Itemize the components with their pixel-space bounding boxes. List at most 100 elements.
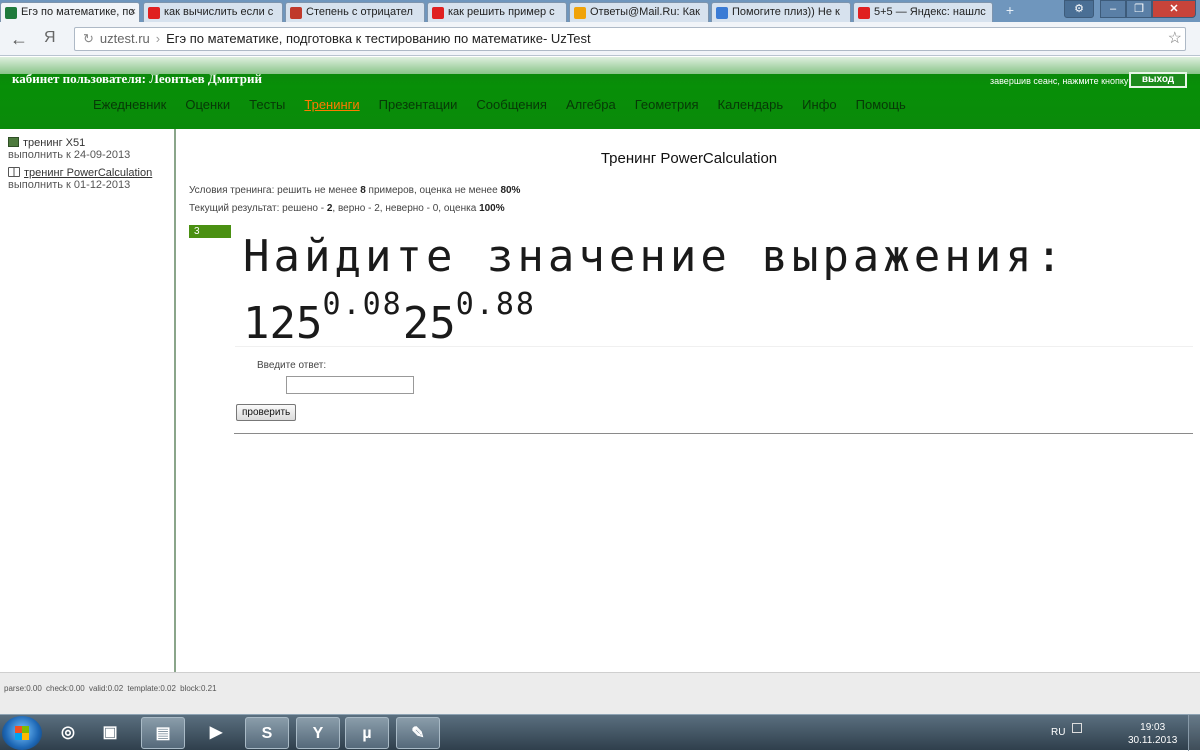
nav-item[interactable]: Алгебра bbox=[566, 97, 616, 112]
yandex-icon bbox=[858, 7, 870, 19]
logout-hint: завершив сеанс, нажмите кнопку bbox=[990, 76, 1129, 86]
sidebar-task-name: тренинг X51 bbox=[23, 137, 86, 149]
paint-icon[interactable]: ✎ bbox=[396, 717, 440, 749]
open-book-icon bbox=[8, 167, 20, 177]
minimize-button[interactable]: – bbox=[1100, 0, 1126, 18]
nav-item[interactable]: Сообщения bbox=[476, 97, 547, 112]
browser-tab[interactable]: Помогите плиз)) Не к bbox=[711, 2, 851, 22]
conditions-min-grade: 80% bbox=[500, 185, 521, 196]
expression-exponent-1: 0.08 bbox=[322, 287, 403, 322]
address-bar[interactable]: ↻ uztest.ru › Егэ по математике, подготовка… bbox=[74, 27, 1186, 51]
windows-start-button[interactable] bbox=[2, 716, 42, 750]
nav-item[interactable]: Тесты bbox=[249, 97, 285, 112]
browser-tab[interactable]: Ответы@Mail.Ru: Как bbox=[569, 2, 709, 22]
nav-item[interactable]: Геометрия bbox=[635, 97, 699, 112]
yandex-browser-icon[interactable]: Y bbox=[296, 717, 340, 749]
nav-item[interactable]: Ежедневник bbox=[93, 97, 166, 112]
uztest-icon bbox=[5, 7, 17, 19]
site-header: кабинет пользователя: Леонтьев Дмитрий з… bbox=[0, 57, 1200, 129]
yandex-home-button[interactable]: Я bbox=[44, 29, 56, 47]
explorer-icon[interactable]: ◎ bbox=[46, 717, 90, 749]
user-cabinet-title: кабинет пользователя: Леонтьев Дмитрий bbox=[12, 71, 262, 86]
browser-tab-label: Егэ по математике, по bbox=[21, 6, 135, 18]
new-tab-button[interactable]: + bbox=[1002, 2, 1018, 18]
browser-tab-label: 5+5 — Яндекс: нашлс bbox=[874, 6, 986, 18]
conditions-prefix: Условия тренинга: решить не менее bbox=[189, 185, 361, 196]
system-clock[interactable]: 19:03 30.11.2013 bbox=[1128, 721, 1177, 747]
nav-item[interactable]: Тренинги bbox=[304, 97, 359, 112]
skype-icon[interactable]: S bbox=[245, 717, 289, 749]
show-desktop-button[interactable] bbox=[1188, 715, 1200, 751]
address-domain: uztest.ru bbox=[99, 31, 150, 46]
expression-base-2: 25 bbox=[402, 298, 456, 349]
sidebar-task-x51[interactable]: тренинг X51 выполнить к 24-09-2013 bbox=[8, 137, 130, 161]
browser-tab-label: Помогите плиз)) Не к bbox=[732, 6, 840, 18]
result-rest: , верно - 2, неверно - 0, оценка bbox=[332, 203, 480, 214]
render-stats-bar: parse:0.00 check:0.00 valid:0.02 templat… bbox=[0, 672, 1200, 714]
answer-label: Введите ответ: bbox=[257, 360, 327, 371]
browser-tab[interactable]: Степень с отрицател bbox=[285, 2, 425, 22]
task-image: Найдите значение выражения: 1250.08250.8… bbox=[235, 225, 1193, 349]
question-number-badge: 3 bbox=[189, 225, 231, 238]
conditions-middle: примеров, оценка не менее bbox=[365, 185, 501, 196]
yandex-icon bbox=[148, 7, 160, 19]
maximize-button[interactable]: ❐ bbox=[1126, 0, 1152, 18]
expression-exponent-2: 0.88 bbox=[455, 287, 536, 322]
web-page: кабинет пользователя: Леонтьев Дмитрий з… bbox=[0, 57, 1200, 672]
close-window-button[interactable]: ✕ bbox=[1152, 0, 1196, 18]
answer-input[interactable] bbox=[286, 376, 414, 394]
browser-tab[interactable]: как вычислить если с bbox=[143, 2, 283, 22]
current-result: Текущий результат: решено - 2, верно - 2… bbox=[189, 203, 505, 214]
result-grade: 100% bbox=[479, 203, 505, 214]
training-content: Тренинг PowerCalculation Условия тренинг… bbox=[178, 129, 1200, 672]
task-expression: 1250.08250.88 bbox=[243, 287, 536, 349]
nav-item[interactable]: Презентации bbox=[379, 97, 458, 112]
browser-tab-strip: Егэ по математике, по × как вычислить если… bbox=[0, 0, 1200, 23]
task-text: Найдите значение выражения: bbox=[243, 231, 1067, 282]
browser-tab[interactable]: 5+5 — Яндекс: нашлс bbox=[853, 2, 993, 22]
address-toolbar: ← Я ↻ uztest.ru › Егэ по математике, подгот… bbox=[0, 22, 1200, 56]
nav-item[interactable]: Оценки bbox=[185, 97, 230, 112]
check-button[interactable]: проверить bbox=[236, 404, 297, 421]
nav-item[interactable]: Помощь bbox=[856, 97, 906, 112]
folder-icon[interactable]: ▤ bbox=[141, 717, 185, 749]
sidebar-task-powercalculation[interactable]: тренинг PowerCalculation выполнить к 01-… bbox=[8, 167, 152, 191]
reload-icon[interactable]: ↻ bbox=[83, 31, 94, 46]
bookmark-star-icon[interactable]: ☆ bbox=[1168, 28, 1182, 48]
training-title: Тренинг PowerCalculation bbox=[600, 150, 778, 167]
address-separator: › bbox=[155, 31, 161, 46]
znanija-icon bbox=[716, 7, 728, 19]
sidebar-task-due: выполнить к 24-09-2013 bbox=[8, 149, 131, 161]
result-prefix: Текущий результат: решено - bbox=[189, 203, 327, 214]
expression-base-1: 125 bbox=[243, 298, 323, 349]
sidebar-task-due: выполнить к 01-12-2013 bbox=[8, 179, 131, 191]
media-player-icon[interactable]: ▶ bbox=[194, 717, 238, 749]
main-navigation: Ежедневник Оценки Тесты Тренинги Презентации… bbox=[93, 97, 925, 112]
clock-date: 30.11.2013 bbox=[1128, 735, 1178, 746]
browser-tab-label: как вычислить если с bbox=[164, 6, 274, 18]
browser-tab[interactable]: Егэ по математике, по × bbox=[0, 2, 140, 23]
browser-tab-label: как решить пример с bbox=[448, 6, 555, 18]
utorrent-icon[interactable]: µ bbox=[345, 717, 389, 749]
network-icon[interactable] bbox=[1072, 723, 1082, 733]
render-stats: parse:0.00 check:0.00 valid:0.02 templat… bbox=[4, 684, 217, 693]
divider bbox=[234, 433, 1193, 434]
gear-icon[interactable]: ⚙ bbox=[1064, 0, 1094, 18]
browser-tab-label: Ответы@Mail.Ru: Как bbox=[590, 6, 700, 18]
mailru-answers-icon bbox=[574, 7, 586, 19]
training-conditions: Условия тренинга: решить не менее 8 прим… bbox=[189, 185, 520, 196]
windows-taskbar: ◎ ▣ ▤ ▶ S Yµ ✎ RU 19:03 30.11.2013 bbox=[0, 714, 1200, 751]
clock-time: 19:03 bbox=[1140, 722, 1166, 733]
browser-tab[interactable]: как решить пример с bbox=[427, 2, 567, 22]
close-tab-icon[interactable]: × bbox=[130, 6, 136, 18]
logout-button[interactable]: выход bbox=[1129, 72, 1187, 88]
yandex-icon bbox=[432, 7, 444, 19]
training-icon bbox=[8, 137, 19, 147]
language-indicator[interactable]: RU bbox=[1051, 727, 1065, 738]
nav-item[interactable]: Инфо bbox=[802, 97, 836, 112]
nav-item[interactable]: Календарь bbox=[718, 97, 784, 112]
store-icon[interactable]: ▣ bbox=[88, 717, 132, 749]
back-arrow-icon[interactable]: ← bbox=[10, 29, 28, 50]
sidebar-task-name[interactable]: тренинг PowerCalculation bbox=[24, 167, 152, 179]
x-site-icon bbox=[290, 7, 302, 19]
